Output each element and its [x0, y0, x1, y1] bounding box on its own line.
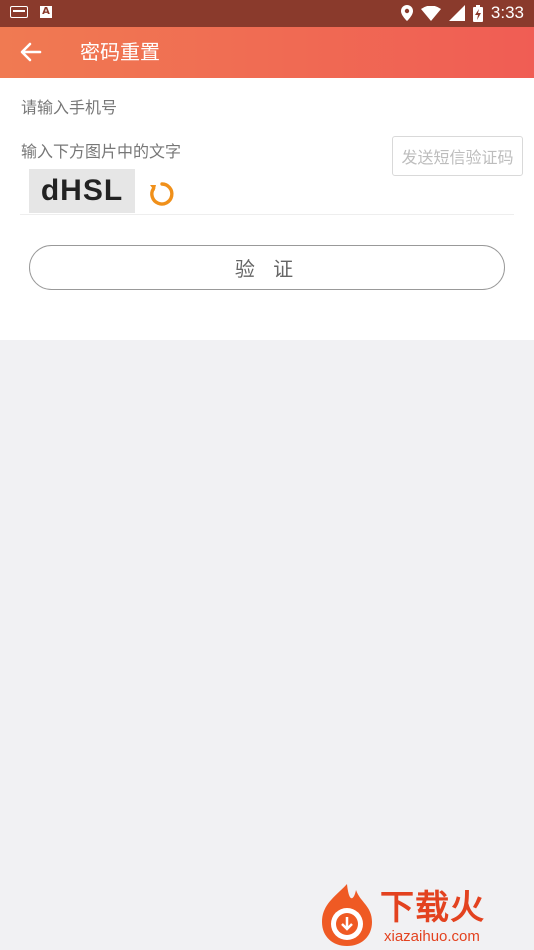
send-sms-code-button[interactable]: 发送短信验证码 [392, 136, 523, 176]
keyboard-icon [10, 6, 28, 18]
reset-form: 请输入手机号 输入下方图片中的文字 发送短信验证码 dHSL 验 证 [0, 78, 534, 340]
watermark-name: 下载火 [380, 888, 485, 928]
refresh-icon[interactable] [148, 180, 176, 208]
status-bar: A 3:33 [0, 0, 534, 27]
flame-logo-icon [322, 884, 372, 946]
clock: 3:33 [490, 3, 524, 22]
phone-input[interactable]: 请输入手机号 [21, 94, 117, 118]
watermark-url: xiazaihuo.com [384, 928, 480, 945]
divider [20, 214, 514, 215]
captcha-text: dHSL [40, 174, 124, 207]
text-notification-icon: A [40, 6, 52, 18]
location-icon [400, 5, 413, 21]
verify-button[interactable]: 验 证 [29, 245, 505, 290]
captcha-image[interactable]: dHSL [29, 169, 135, 213]
captcha-input[interactable]: 输入下方图片中的文字 [21, 138, 181, 162]
battery-charging-icon [472, 4, 483, 22]
signal-icon [448, 5, 465, 21]
page-title: 密码重置 [80, 40, 160, 64]
app-bar: 密码重置 [0, 27, 534, 78]
back-arrow-icon[interactable] [18, 39, 44, 65]
wifi-icon [420, 5, 441, 21]
watermark-logo: 下载火 xiazaihuo.com [316, 880, 534, 950]
